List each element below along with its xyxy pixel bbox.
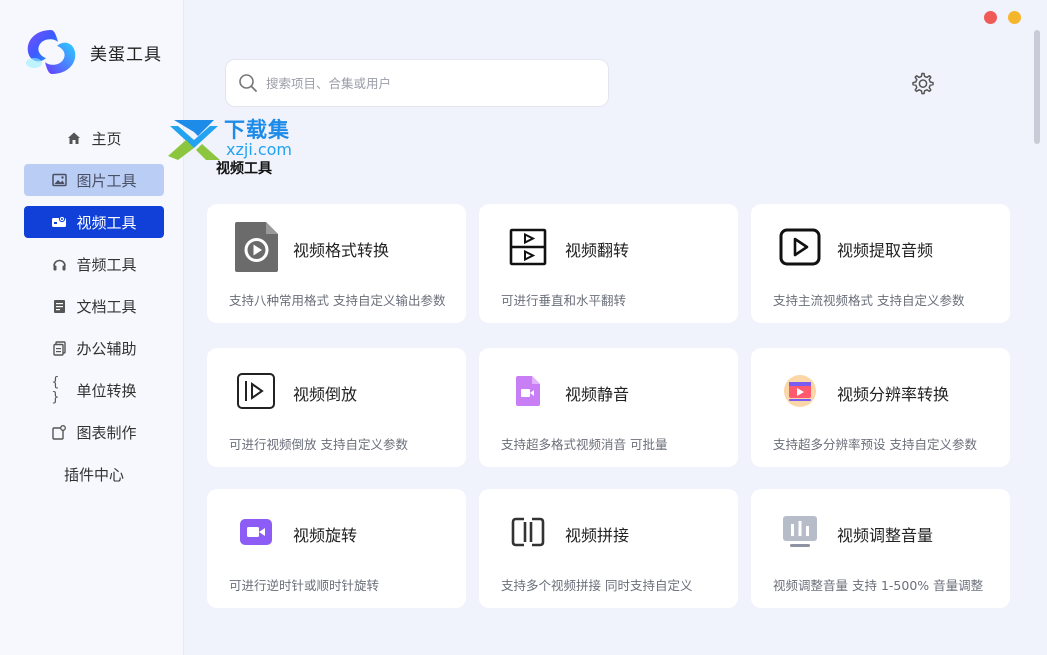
app-window: 美蛋工具 主页 图片工具 视频工具 音频工具 文档工具 办公辅助 {} 单位转… [0,0,1047,655]
scrollbar-thumb[interactable] [1034,30,1040,144]
card-title: 视频调整音量 [837,526,934,545]
card-description: 可进行视频倒放 支持自定义参数 [229,437,408,452]
tool-card-extract-audio[interactable]: 视频提取音频 支持主流视频格式 支持自定义参数 [751,204,1010,323]
card-description: 视频调整音量 支持 1-500% 音量调整 [773,578,984,593]
app-name: 美蛋工具 [90,44,162,65]
card-description: 支持主流视频格式 支持自定义参数 [773,293,965,308]
sidebar-item-document-tools[interactable]: 文档工具 [24,290,164,322]
search-input[interactable] [266,75,586,91]
app-logo-icon [26,30,76,74]
video-camera-icon [231,506,281,558]
video-file-icon [231,221,281,273]
search-box[interactable] [225,59,609,107]
card-title: 视频分辨率转换 [837,385,950,404]
tool-card-adjust-volume[interactable]: 视频调整音量 视频调整音量 支持 1-500% 音量调整 [751,489,1010,608]
tool-card-video-join[interactable]: 视频拼接 支持多个视频拼接 同时支持自定义 [479,489,738,608]
sidebar-item-label: 文档工具 [76,297,137,316]
sidebar-item-label: 插件中心 [63,465,124,484]
search-icon [239,74,257,92]
video-play-box-icon [775,221,825,273]
chart-icon [51,424,67,440]
clipboard-icon [51,340,67,356]
window-close-button[interactable] [984,11,997,24]
sidebar-item-label: 单位转换 [76,381,137,400]
sidebar: 美蛋工具 主页 图片工具 视频工具 音频工具 文档工具 办公辅助 {} 单位转… [0,0,184,655]
watermark-logo-icon [168,120,220,160]
card-description: 可进行逆时针或顺时针旋转 [229,578,380,593]
sidebar-item-office-assist[interactable]: 办公辅助 [24,332,164,364]
card-description: 支持八种常用格式 支持自定义输出参数 [229,293,446,308]
tool-card-video-flip[interactable]: 视频翻转 可进行垂直和水平翻转 [479,204,738,323]
sidebar-item-label: 图表制作 [76,423,137,442]
sidebar-item-plugin-center[interactable]: 插件中心 [24,458,164,490]
section-title: 视频工具 [216,161,272,177]
brand: 美蛋工具 [22,26,162,78]
video-icon [51,214,67,230]
card-description: 支持多个视频拼接 同时支持自定义 [501,578,693,593]
sidebar-item-label: 主页 [91,129,122,148]
image-icon [51,172,67,188]
sidebar-item-audio-tools[interactable]: 音频工具 [24,248,164,280]
sidebar-item-chart-making[interactable]: 图表制作 [24,416,164,448]
watermark-url: xzji.com [226,140,293,159]
home-icon [66,130,82,146]
sidebar-item-image-tools[interactable]: 图片工具 [24,164,164,196]
card-description: 支持超多分辨率预设 支持自定义参数 [773,437,977,452]
card-title: 视频格式转换 [293,241,390,260]
video-flip-icon [503,221,553,273]
sidebar-item-video-tools[interactable]: 视频工具 [24,206,164,238]
sidebar-item-label: 视频工具 [76,213,137,232]
watermark-title: 下载集 [224,118,290,142]
card-title: 视频倒放 [293,385,358,404]
headphone-icon [51,256,67,272]
document-icon [51,298,67,314]
tool-card-video-reverse[interactable]: 视频倒放 可进行视频倒放 支持自定义参数 [207,348,466,467]
card-description: 可进行垂直和水平翻转 [501,293,627,308]
video-reverse-icon [231,365,281,417]
sidebar-item-label: 办公辅助 [76,339,137,358]
video-join-icon [503,506,553,558]
window-minimize-button[interactable] [1008,11,1021,24]
card-title: 视频翻转 [565,241,630,260]
sidebar-item-label: 图片工具 [76,171,137,190]
tool-card-video-format-convert[interactable]: 视频格式转换 支持八种常用格式 支持自定义输出参数 [207,204,466,323]
card-description: 支持超多格式视频消音 可批量 [501,437,668,452]
sidebar-item-label: 音频工具 [76,255,137,274]
settings-gear-icon[interactable] [908,70,936,98]
watermark: 下载集 xzji.com [166,118,306,162]
card-title: 视频拼接 [565,526,630,545]
braces-icon: { } [51,375,60,405]
sidebar-item-home[interactable]: 主页 [24,122,164,154]
card-title: 视频提取音频 [837,241,934,260]
card-title: 视频静音 [565,385,630,404]
tool-card-resolution-convert[interactable]: 视频分辨率转换 支持超多分辨率预设 支持自定义参数 [751,348,1010,467]
sidebar-nav: 主页 图片工具 视频工具 音频工具 文档工具 办公辅助 {} 单位转换 图表制… [24,122,164,500]
tool-card-video-mute[interactable]: 视频静音 支持超多格式视频消音 可批量 [479,348,738,467]
resolution-icon [775,365,825,417]
card-title: 视频旋转 [293,526,358,545]
volume-bars-icon [775,506,825,558]
tool-card-video-rotate[interactable]: 视频旋转 可进行逆时针或顺时针旋转 [207,489,466,608]
sidebar-item-unit-conversion[interactable]: { } 单位转换 [24,374,164,406]
video-mute-icon [503,365,553,417]
